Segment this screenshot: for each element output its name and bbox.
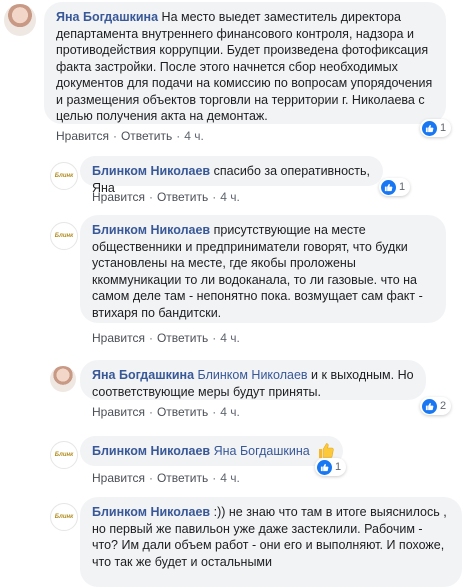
author-name[interactable]: Блинком Николаев: [92, 444, 210, 458]
timestamp[interactable]: 4 ч.: [184, 129, 204, 143]
author-name[interactable]: Яна Богдашкина: [92, 368, 194, 382]
comment-actions: Нравится · Ответить · 4 ч.: [92, 405, 240, 419]
like-link[interactable]: Нравится: [92, 471, 145, 485]
like-icon: [317, 459, 332, 475]
avatar[interactable]: Блинк: [50, 222, 78, 250]
reaction-count[interactable]: 1: [420, 119, 452, 137]
comment-text: присутствующие на месте общественники и …: [92, 223, 423, 320]
timestamp[interactable]: 4 ч.: [220, 471, 240, 485]
timestamp[interactable]: 4 ч.: [220, 405, 240, 419]
like-link[interactable]: Нравится: [92, 405, 145, 419]
mention-link[interactable]: Яна Богдашкина: [214, 444, 310, 458]
comment-actions: Нравится · Ответить · 4 ч.: [92, 471, 240, 485]
like-icon: [422, 398, 437, 414]
avatar[interactable]: Блинк: [50, 503, 78, 531]
comment-actions: Нравится · Ответить · 4 ч.: [92, 190, 240, 204]
like-link[interactable]: Нравится: [92, 190, 145, 204]
author-name[interactable]: Блинком Николаев: [92, 223, 210, 237]
avatar[interactable]: Блинк: [50, 162, 78, 190]
comment-bubble: Блинком Николаев присутствующие на месте…: [80, 215, 446, 323]
like-link[interactable]: Нравится: [92, 331, 145, 345]
author-name[interactable]: Блинком Николаев: [92, 164, 210, 178]
mention-link[interactable]: Блинком Николаев: [198, 368, 308, 382]
like-link[interactable]: Нравится: [56, 129, 109, 143]
comment-bubble: Блинком Николаев спасибо за оперативност…: [80, 156, 383, 195]
comment-bubble: Блинком Николаев Яна Богдашкина: [80, 436, 343, 466]
timestamp[interactable]: 4 ч.: [220, 331, 240, 345]
comment-bubble: Яна Богдашкина На место выедет заместите…: [44, 2, 446, 124]
reaction-count[interactable]: 2: [420, 397, 452, 415]
reply-link[interactable]: Ответить: [157, 471, 208, 485]
avatar[interactable]: [50, 366, 76, 392]
comment-text: На место выедет заместитель директора де…: [56, 10, 433, 123]
comment-bubble: Блинком Николаев :)) не знаю что там в и…: [80, 497, 462, 587]
like-icon: [381, 179, 396, 195]
reply-link[interactable]: Ответить: [121, 129, 172, 143]
author-name[interactable]: Блинком Николаев: [92, 505, 210, 519]
avatar[interactable]: [4, 4, 36, 36]
reply-link[interactable]: Ответить: [157, 190, 208, 204]
reply-link[interactable]: Ответить: [157, 405, 208, 419]
like-icon: [422, 120, 437, 136]
comment-actions: Нравится · Ответить · 4 ч.: [56, 129, 204, 143]
comment-actions: Нравится · Ответить · 4 ч.: [92, 331, 240, 345]
reaction-count[interactable]: 1: [315, 458, 347, 476]
comment-bubble: Яна Богдашкина Блинком Николаев и к выхо…: [80, 360, 426, 400]
author-name[interactable]: Яна Богдашкина: [56, 10, 158, 24]
reaction-count[interactable]: 1: [379, 178, 411, 196]
avatar[interactable]: Блинк: [50, 441, 78, 469]
reply-link[interactable]: Ответить: [157, 331, 208, 345]
thumbs-up-emoji-icon: [319, 443, 334, 458]
timestamp[interactable]: 4 ч.: [220, 190, 240, 204]
